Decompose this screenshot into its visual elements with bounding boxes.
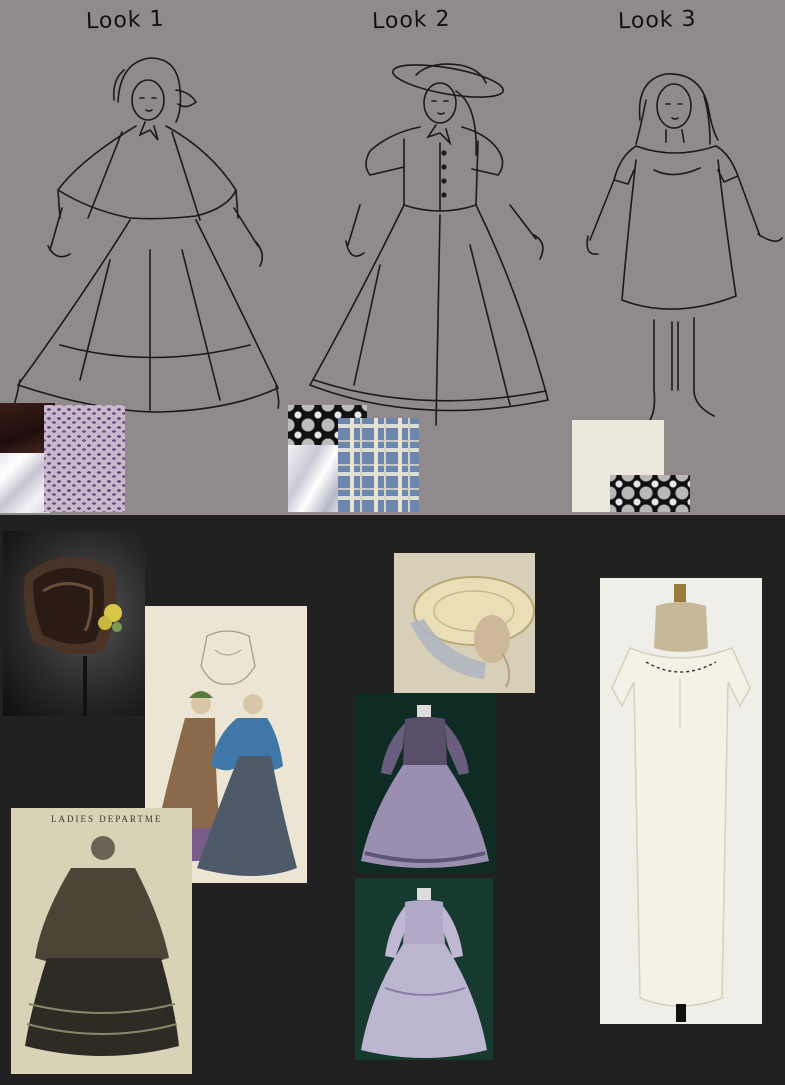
photo-chemise [600, 578, 762, 1024]
photo-bonnet [3, 531, 145, 716]
sketch-panel: Look 1 Look 2 Look 3 [0, 0, 785, 515]
look-1-sketch [13, 57, 280, 413]
moodboard: Look 1 Look 2 Look 3 LADIES DEPARTME [0, 0, 785, 1085]
swatch-blue-plaid [338, 418, 419, 512]
look-2-title: Look 2 [371, 6, 451, 35]
photo-straw-hat [394, 553, 535, 693]
swatch-grey-satin [288, 445, 343, 512]
photo-ladies-department-print: LADIES DEPARTME [11, 808, 192, 1074]
swatch-white-lace-trim [610, 475, 690, 512]
look-2-sketch [308, 63, 549, 426]
photo-lilac-dress-2 [355, 878, 493, 1060]
swatch-white-silk [0, 453, 50, 513]
print-header: LADIES DEPARTME [51, 814, 163, 824]
look-3-title: Look 3 [617, 6, 697, 35]
look-1-title: Look 1 [85, 6, 165, 35]
swatch-lilac-print [44, 405, 125, 512]
look-3-sketch [586, 73, 783, 421]
photo-lilac-dress-1 [355, 693, 495, 873]
